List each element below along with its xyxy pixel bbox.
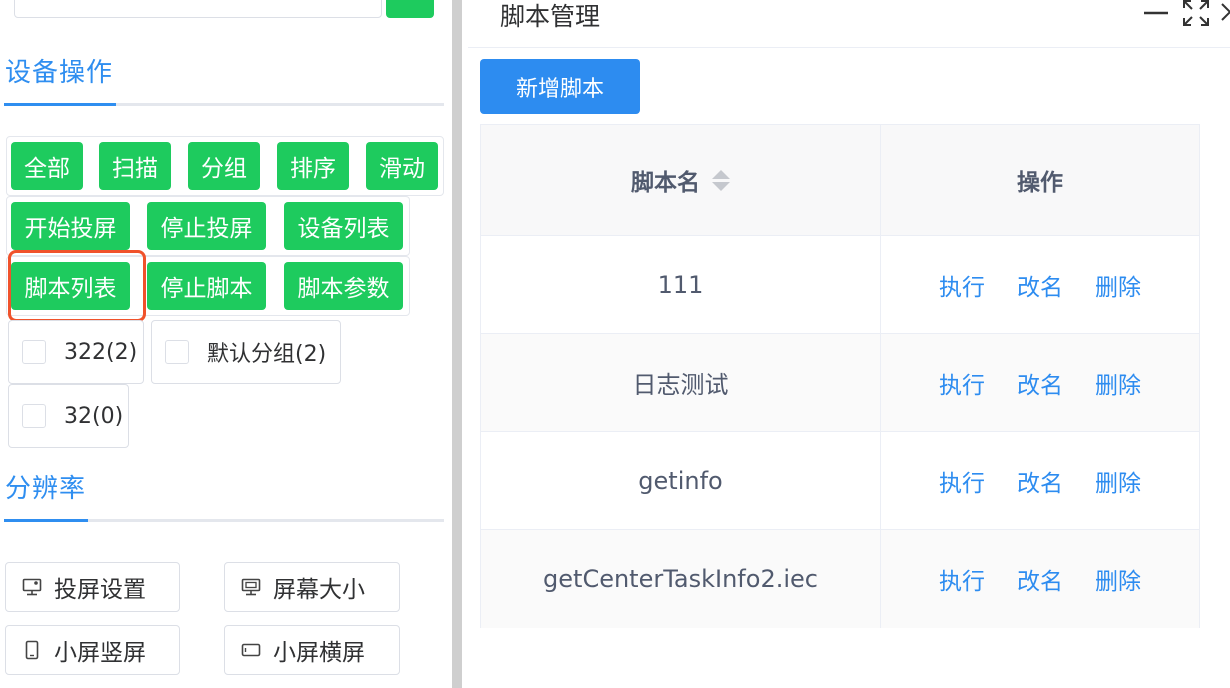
- portrait-icon: [22, 640, 42, 660]
- table-row: 日志测试 执行 改名 删除: [481, 334, 1199, 432]
- rename-link[interactable]: 改名: [1017, 268, 1063, 302]
- device-list-button[interactable]: 设备列表: [284, 202, 403, 250]
- delete-link[interactable]: 删除: [1095, 562, 1141, 596]
- group-label: 322(2): [64, 339, 138, 365]
- header-label: 脚本名: [631, 170, 700, 196]
- dialog-title: 脚本管理: [500, 2, 601, 31]
- group-label: 32(0): [64, 403, 124, 429]
- run-link[interactable]: 执行: [939, 464, 985, 498]
- script-name-cell: getCenterTaskInfo2.iec: [481, 530, 881, 628]
- device-ops-tab-underline: [4, 103, 444, 106]
- run-link[interactable]: 执行: [939, 268, 985, 302]
- sort-button[interactable]: 排序: [277, 142, 349, 190]
- rename-link[interactable]: 改名: [1017, 562, 1063, 596]
- script-name-cell: 日志测试: [481, 334, 881, 431]
- table-row: getinfo 执行 改名 删除: [481, 432, 1199, 530]
- resolution-tab-underline: [4, 519, 444, 522]
- actions-header: 操作: [1017, 170, 1063, 196]
- group-button[interactable]: 分组: [188, 142, 260, 190]
- button-label: 屏幕大小: [273, 577, 365, 603]
- table-header-row: 脚本名 操作: [481, 125, 1199, 236]
- fullscreen-icon[interactable]: [1181, 0, 1211, 28]
- script-name-cell: 111: [481, 236, 881, 333]
- run-link[interactable]: 执行: [939, 562, 985, 596]
- sort-icon[interactable]: [712, 169, 730, 191]
- group-label: 默认分组(2): [207, 342, 327, 367]
- swipe-button[interactable]: 滑动: [366, 142, 438, 190]
- stop-mirror-button[interactable]: 停止投屏: [147, 202, 266, 250]
- device-ops-title: 设备操作: [5, 58, 114, 88]
- table-row: 111 执行 改名 删除: [481, 236, 1199, 334]
- checkbox[interactable]: [22, 340, 46, 364]
- dialog-header: 脚本管理: [468, 0, 1230, 48]
- script-manager-dialog: 脚本管理 新增脚本 脚本名 操作 111 执行 改名 删除 日志测试 执行 改名…: [468, 0, 1230, 688]
- script-list-highlight: [8, 250, 146, 322]
- screen-size-icon: [241, 577, 261, 597]
- small-portrait-button[interactable]: 小屏竖屏: [5, 625, 180, 675]
- resolution-title: 分辨率: [5, 474, 87, 504]
- button-label: 小屏横屏: [273, 640, 365, 666]
- landscape-icon: [241, 640, 261, 660]
- close-icon[interactable]: [1218, 0, 1230, 28]
- checkbox[interactable]: [22, 404, 46, 428]
- screen-size-button[interactable]: 屏幕大小: [224, 562, 400, 612]
- rename-link[interactable]: 改名: [1017, 464, 1063, 498]
- rename-link[interactable]: 改名: [1017, 366, 1063, 400]
- group-checkbox-32[interactable]: 32(0): [8, 384, 129, 448]
- small-landscape-button[interactable]: 小屏横屏: [224, 625, 400, 675]
- script-params-button[interactable]: 脚本参数: [284, 262, 403, 310]
- script-name-cell: getinfo: [481, 432, 881, 529]
- table-row: getCenterTaskInfo2.iec 执行 改名 删除: [481, 530, 1199, 628]
- stop-script-button[interactable]: 停止脚本: [147, 262, 266, 310]
- all-button[interactable]: 全部: [11, 142, 83, 190]
- minimize-icon[interactable]: [1143, 0, 1169, 26]
- run-link[interactable]: 执行: [939, 366, 985, 400]
- device-control-panel: 设备操作 全部 扫描 分组 排序 滑动 开始投屏 停止投屏 设备列表 脚本列表 …: [0, 0, 448, 688]
- device-search-input[interactable]: [14, 0, 382, 18]
- delete-link[interactable]: 删除: [1095, 268, 1141, 302]
- script-table: 脚本名 操作 111 执行 改名 删除 日志测试 执行 改名 删除 getinf…: [480, 124, 1200, 628]
- checkbox[interactable]: [165, 340, 189, 364]
- group-checkbox-322[interactable]: 322(2): [8, 320, 144, 384]
- delete-link[interactable]: 删除: [1095, 464, 1141, 498]
- group-checkbox-default[interactable]: 默认分组(2): [151, 320, 341, 384]
- button-label: 小屏竖屏: [54, 640, 146, 666]
- panel-resize-divider[interactable]: [448, 0, 468, 688]
- script-name-header[interactable]: 脚本名: [481, 125, 881, 235]
- search-button[interactable]: [386, 0, 434, 18]
- mirror-settings-button[interactable]: 投屏设置: [5, 562, 180, 612]
- button-label: 投屏设置: [54, 577, 146, 603]
- start-mirror-button[interactable]: 开始投屏: [11, 202, 130, 250]
- monitor-settings-icon: [22, 577, 42, 597]
- delete-link[interactable]: 删除: [1095, 366, 1141, 400]
- add-script-button[interactable]: 新增脚本: [480, 59, 640, 114]
- scan-button[interactable]: 扫描: [99, 142, 171, 190]
